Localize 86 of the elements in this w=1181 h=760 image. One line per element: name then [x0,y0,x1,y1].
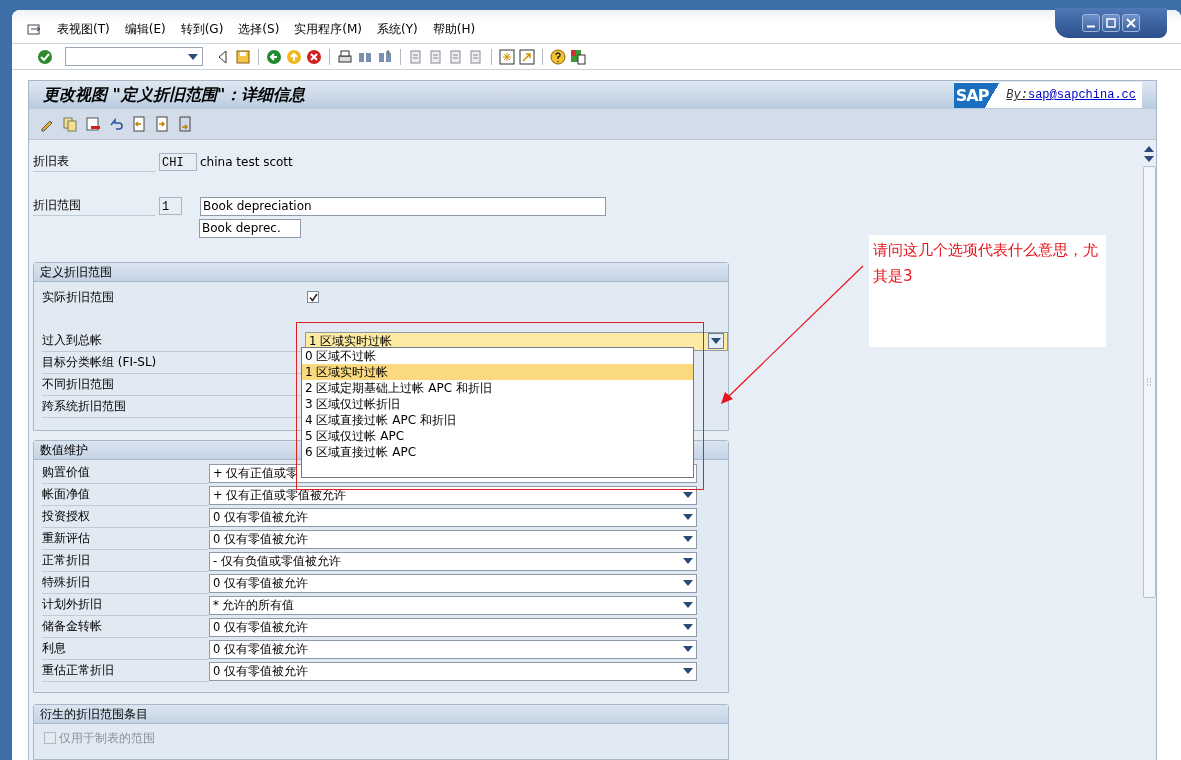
by-label: By: [1006,88,1028,102]
menu-item[interactable]: 选择(S) [238,21,280,39]
maximize-button[interactable] [1102,14,1120,32]
field-label: 购置价值 [42,462,209,484]
dropdown-arrow-icon[interactable] [188,53,198,60]
dropdown-arrow-icon[interactable] [683,602,693,608]
scroll-up-icon[interactable] [1144,146,1154,152]
dropdown-field[interactable]: 0 仅有零值被允许 [209,529,697,549]
grip-icon [1146,377,1152,387]
next-entry-icon[interactable] [154,116,170,132]
dropdown-option[interactable]: 6 区域直接过帐 APC [302,444,693,460]
checkbox[interactable] [307,291,319,303]
cancel-icon[interactable] [306,48,322,65]
layout-icon[interactable] [570,48,586,65]
dropdown-arrow-icon[interactable] [683,580,693,586]
menu-item[interactable]: 实用程序(M) [294,21,363,39]
close-button[interactable] [1122,14,1140,32]
dropdown-arrow-icon[interactable] [683,624,693,630]
dropdown-field[interactable]: 0 仅有零值被允许 [209,639,697,659]
command-field[interactable] [65,47,203,67]
annotation-text: 请问这几个选项代表什么意思，尤其是3 [873,240,1099,287]
menu-item[interactable]: 编辑(E) [124,21,166,39]
dropdown-field[interactable]: 0 仅有零值被允许 [209,661,697,681]
field-label: 重估正常折旧 [42,660,209,682]
dropdown-option[interactable]: 1 区域实时过帐 [302,364,693,380]
minimize-icon [1086,25,1096,28]
field-label: 正常折旧 [42,550,209,572]
dropdown-option[interactable]: 4 区域直接过帐 APC 和折旧 [302,412,693,428]
checkmark-icon[interactable] [37,48,53,65]
email-link[interactable]: sap@sapchina.cc [1027,88,1136,102]
menu-item[interactable]: 帮助(H) [432,21,476,39]
new-session-icon[interactable] [499,48,515,65]
dropdown-field[interactable]: 0 仅有零值被允许 [209,617,697,637]
print-icon[interactable] [337,48,353,65]
save-icon[interactable] [235,48,251,65]
field-label: 储备金转帐 [42,616,209,638]
dropdown-field[interactable]: * 允许的所有值 [209,595,697,615]
maximize-icon [1106,18,1116,28]
dropdown-arrow-icon[interactable] [683,536,693,542]
menu-icon[interactable] [26,21,42,38]
dropdown-arrow-icon[interactable] [683,646,693,652]
description-text: china test scott [200,155,293,169]
minimize-button[interactable] [1082,14,1100,32]
shortcut-icon[interactable] [519,48,535,65]
dropdown-arrow-icon[interactable] [683,558,693,564]
menu-item[interactable]: 系统(Y) [377,21,418,39]
name-field[interactable]: Book depreciation [200,196,606,216]
field-label: 实际折旧范围 [42,288,115,306]
dropdown-arrow-icon[interactable] [1144,156,1154,162]
dropdown-option[interactable]: 0 区域不过帐 [302,348,693,364]
dropdown-option[interactable]: 2 区域定期基础上过帐 APC 和折旧 [302,380,693,396]
find-next-icon[interactable] [377,48,393,65]
field-label: 重新评估 [42,528,209,550]
delete-row-icon[interactable] [85,116,101,132]
undo-icon[interactable] [108,116,124,132]
close-icon [1126,18,1136,28]
dropdown-arrow-icon[interactable] [683,514,693,520]
field-label: 折旧范围 [33,196,155,216]
dropdown-option[interactable]: 5 区域仅过帐 APC [302,428,693,444]
screen-title: 更改视图 "定义折旧范围"：详细信息 [43,84,306,106]
dropdown-field[interactable]: 0 仅有零值被允许 [209,507,697,527]
field-label: 折旧表 [33,152,155,172]
menu-item[interactable]: 转到(G) [180,21,224,39]
group-title: 衍生的折旧范围条目 [34,705,728,724]
short-name-field[interactable]: Book deprec. [199,218,301,238]
field-label: 特殊折旧 [42,572,209,594]
group-title: 定义折旧范围 [34,263,728,282]
code-field: 1 [159,197,182,215]
back-icon[interactable] [266,48,282,65]
menu-item[interactable]: 表视图(T) [57,21,110,39]
code-field: CHI [159,153,197,171]
dropdown-arrow-icon[interactable] [711,338,721,344]
dropdown-field[interactable]: - 仅有负值或零值被允许 [209,551,697,571]
dropdown-option[interactable]: 3 区域仅过帐折旧 [302,396,693,412]
field-label: 计划外折旧 [42,594,209,616]
scrollbar[interactable] [1142,166,1156,598]
field-label: 利息 [42,638,209,660]
dropdown-arrow-icon[interactable] [683,492,693,498]
checkbox-label: 仅用于制表的范围 [59,729,155,747]
dropdown-arrow-icon[interactable] [683,668,693,674]
help-icon[interactable] [550,48,566,65]
field-label: 投资授权 [42,506,209,528]
field-label: 帐面净值 [42,484,209,506]
dropdown-field[interactable]: + 仅有正值或零值被允许 [209,485,697,505]
dropdown-field[interactable]: 0 仅有零值被允许 [209,573,697,593]
previous-entry-icon[interactable] [131,116,147,132]
